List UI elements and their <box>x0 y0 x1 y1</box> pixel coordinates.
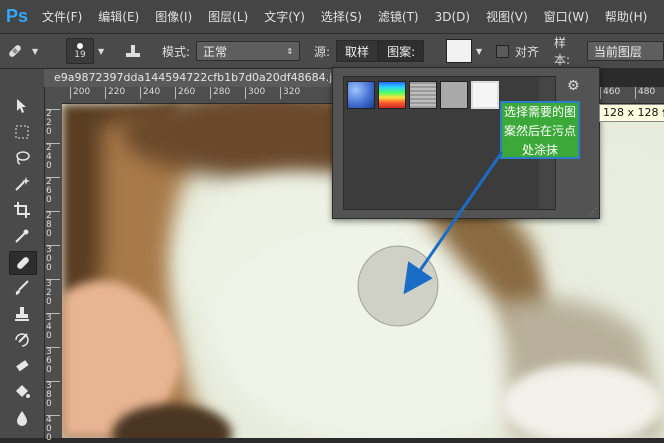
chevron-down-icon[interactable]: ▼ <box>98 47 104 56</box>
menu-3d[interactable]: 3D(D) <box>427 10 478 24</box>
menu-select[interactable]: 选择(S) <box>313 8 370 25</box>
ruler-tick: 320 <box>280 87 300 99</box>
mode-select[interactable]: 正常 ⇕ <box>196 41 301 61</box>
ruler-tick: 320 <box>46 279 60 307</box>
stamp-panel-icon <box>124 42 142 60</box>
ruler-tick: 280 <box>210 87 230 99</box>
ruler-tick: 300 <box>245 87 265 99</box>
menu-edit[interactable]: 编辑(E) <box>90 8 147 25</box>
ruler-tick: 260 <box>175 87 195 99</box>
mode-value: 正常 <box>203 44 228 59</box>
pattern-swatch[interactable] <box>440 81 468 109</box>
move-tool-icon[interactable] <box>9 95 35 117</box>
magic-wand-tool-icon[interactable] <box>9 173 35 195</box>
source-sample-toggle[interactable]: 取样 <box>336 40 379 62</box>
clone-source-panel-button[interactable] <box>124 34 142 68</box>
crop-tool-icon[interactable] <box>9 199 35 221</box>
pattern-swatch[interactable] <box>378 81 406 109</box>
chevron-down-icon: ▼ <box>32 46 39 56</box>
sample-label: 样本: <box>554 36 571 67</box>
ruler-tick: 380 <box>46 381 60 409</box>
brush-size-picker[interactable]: 19 <box>66 38 94 64</box>
tutorial-callout: 选择需要的图案然后在污点处涂抹 <box>500 101 580 159</box>
menu-bar: Ps 文件(F) 编辑(E) 图像(I) 图层(L) 文字(Y) 选择(S) 滤… <box>0 0 664 34</box>
clone-stamp-tool-icon[interactable] <box>9 303 35 325</box>
bandage-icon <box>4 40 26 62</box>
ruler-tick: 480 <box>635 87 655 99</box>
pattern-swatch-selected[interactable] <box>471 81 499 109</box>
pattern-tooltip: 128 x 128 像 <box>599 104 664 122</box>
marquee-tool-icon[interactable] <box>9 121 35 143</box>
healing-brush-tool-icon[interactable] <box>9 251 37 275</box>
tools-panel <box>0 69 45 438</box>
ruler-tick: 240 <box>46 143 60 171</box>
menu-file[interactable]: 文件(F) <box>34 8 90 25</box>
document-tab[interactable]: e9a9872397dda144594722cfb1b7d0a20df48684… <box>44 69 344 87</box>
ruler-tick: 220 <box>46 109 60 137</box>
chevron-down-icon[interactable]: ▼ <box>476 47 482 56</box>
brush-tip-icon <box>77 42 83 49</box>
history-brush-tool-icon[interactable] <box>9 329 35 351</box>
ruler-tick: 360 <box>46 347 60 375</box>
ruler-tick: 300 <box>46 245 60 273</box>
resize-grip-icon[interactable]: ⋰ <box>589 207 597 216</box>
source-label: 源: <box>314 44 331 59</box>
blur-tool-icon[interactable] <box>9 407 35 429</box>
pattern-swatch-button[interactable] <box>446 39 472 63</box>
tool-preset-picker[interactable]: ▼ <box>4 34 38 68</box>
pattern-swatch[interactable] <box>347 81 375 109</box>
menu-image[interactable]: 图像(I) <box>147 8 200 25</box>
ruler-tick: 260 <box>46 177 60 205</box>
gear-icon[interactable]: ⚙ <box>567 78 580 94</box>
ruler-tick: 220 <box>105 87 125 99</box>
lasso-tool-icon[interactable] <box>9 147 35 169</box>
options-bar: ▼ 19 ▼ 模式: 正常 ⇕ 源: 取样 图案: ▼ 对齐 样本: 当前图层 <box>0 34 664 69</box>
photoshop-logo: Ps <box>5 6 29 26</box>
menu-layer[interactable]: 图层(L) <box>200 8 256 25</box>
aligned-label: 对齐 <box>515 44 540 59</box>
vertical-ruler[interactable]: 220 240 260 280 300 320 340 360 380 400 <box>45 103 63 443</box>
sample-select[interactable]: 当前图层 <box>586 41 664 61</box>
brush-tool-icon[interactable] <box>9 277 35 299</box>
ruler-origin[interactable] <box>45 87 63 104</box>
menu-help[interactable]: 帮助(H) <box>597 8 655 25</box>
mode-label: 模式: <box>162 44 191 59</box>
paint-bucket-tool-icon[interactable] <box>9 381 35 403</box>
source-pattern-toggle[interactable]: 图案: <box>378 40 425 62</box>
menu-type[interactable]: 文字(Y) <box>256 8 313 25</box>
menu-window[interactable]: 窗口(W) <box>536 8 597 25</box>
eyedropper-tool-icon[interactable] <box>9 225 35 247</box>
ruler-tick: 240 <box>140 87 160 99</box>
ruler-tick: 200 <box>70 87 90 99</box>
updown-icon: ⇕ <box>286 46 294 56</box>
ruler-tick: 400 <box>46 415 60 443</box>
ruler-tick: 280 <box>46 211 60 239</box>
pattern-swatch[interactable] <box>409 81 437 109</box>
eraser-tool-icon[interactable] <box>9 355 35 377</box>
menu-view[interactable]: 视图(V) <box>478 8 536 25</box>
ruler-tick: 460 <box>600 87 620 99</box>
brush-size-value: 19 <box>74 49 86 60</box>
menu-filter[interactable]: 滤镜(T) <box>370 8 427 25</box>
aligned-checkbox[interactable] <box>496 44 509 58</box>
ruler-tick: 340 <box>46 313 60 341</box>
sample-value: 当前图层 <box>593 44 642 59</box>
